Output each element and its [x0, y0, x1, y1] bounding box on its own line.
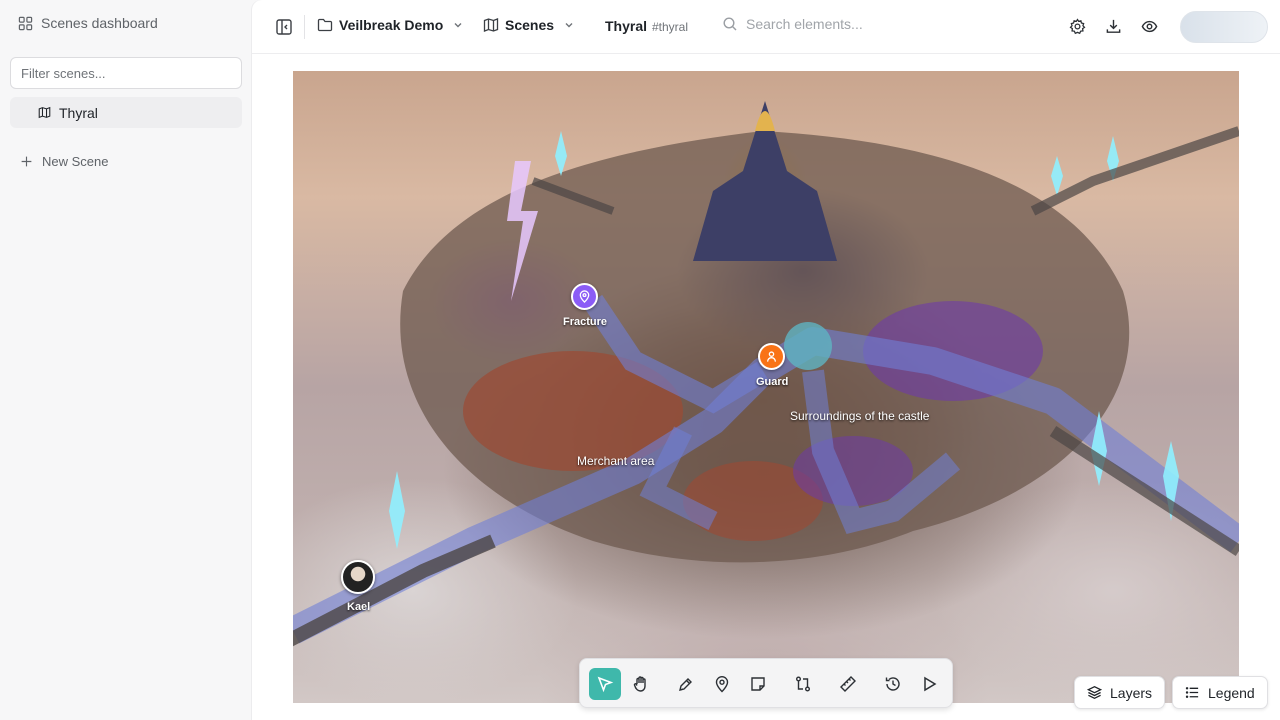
route-icon: [796, 676, 810, 692]
play-icon: [924, 676, 937, 692]
sidebar: Scenes dashboard Thyral New Scene: [0, 0, 252, 720]
history-icon: [885, 677, 900, 691]
project-name: Veilbreak Demo: [339, 17, 444, 33]
dashboard-grid-icon: [18, 16, 33, 30]
top-bar: Veilbreak Demo Scenes Thyral #thyral: [252, 0, 1280, 54]
sticky-note-icon: [751, 677, 765, 691]
legend-button[interactable]: Legend: [1172, 676, 1268, 709]
layers-icon: [1087, 685, 1102, 700]
pen-icon: [679, 678, 692, 691]
eye-icon[interactable]: [1141, 18, 1158, 35]
filter-scenes-input[interactable]: [10, 57, 242, 89]
region-label: Surroundings of the castle: [790, 409, 930, 423]
chevron-down-icon: [565, 23, 573, 28]
legend-label: Legend: [1208, 684, 1255, 701]
dashboard-title: Scenes dashboard: [41, 15, 158, 31]
sidebar-toggle-icon[interactable]: [275, 18, 293, 36]
divider: [304, 15, 305, 39]
map-pin-icon: [579, 290, 590, 303]
map-icon: [483, 18, 499, 32]
scene-name: Thyral: [605, 18, 648, 34]
sidebar-item-thyral[interactable]: Thyral: [10, 97, 242, 128]
main-panel: Veilbreak Demo Scenes Thyral #thyral Sea…: [252, 0, 1280, 720]
marker-label: Fracture: [563, 316, 608, 328]
sidebar-item-label: Thyral: [59, 104, 98, 121]
history-tool[interactable]: [877, 668, 909, 700]
gear-icon[interactable]: [1069, 18, 1086, 35]
pan-tool[interactable]: [625, 668, 657, 700]
measure-tool[interactable]: [832, 668, 864, 700]
new-scene-button[interactable]: New Scene: [20, 154, 108, 169]
user-avatar[interactable]: [1180, 11, 1268, 43]
cursor-arrow-icon: [597, 676, 614, 693]
layers-label: Layers: [1110, 684, 1153, 701]
region-label: Merchant area: [577, 454, 655, 468]
tool-palette: [579, 658, 953, 708]
marker-label: Kael: [347, 601, 371, 613]
plus-icon: [21, 156, 32, 167]
note-tool[interactable]: [742, 668, 774, 700]
folder-icon: [317, 18, 333, 32]
new-scene-label: New Scene: [42, 154, 109, 169]
list-icon: [1185, 687, 1199, 698]
project-selector[interactable]: Veilbreak Demo: [317, 17, 464, 33]
scenes-dashboard-link[interactable]: Scenes dashboard: [18, 15, 158, 31]
kael-character-token[interactable]: [341, 560, 375, 594]
scenes-selector[interactable]: Scenes: [483, 17, 575, 33]
person-icon: [766, 351, 777, 362]
layers-button[interactable]: Layers: [1074, 676, 1166, 709]
search-box: [722, 16, 966, 32]
search-elements-input[interactable]: [746, 16, 966, 32]
marker-label: Guard: [756, 376, 789, 388]
download-icon[interactable]: [1105, 18, 1122, 35]
chevron-down-icon: [454, 23, 462, 28]
map-icon: [38, 106, 51, 119]
section-name: Scenes: [505, 17, 555, 33]
route-tool[interactable]: [787, 668, 819, 700]
hand-icon: [633, 676, 646, 692]
play-tool[interactable]: [913, 668, 945, 700]
pin-tool[interactable]: [706, 668, 738, 700]
fracture-marker[interactable]: [571, 283, 598, 310]
search-icon: [723, 17, 737, 31]
scene-map-canvas[interactable]: Surroundings of the castle Merchant area…: [293, 71, 1239, 703]
ruler-icon: [840, 676, 856, 692]
draw-tool[interactable]: [670, 668, 702, 700]
scene-slug: #thyral: [652, 20, 689, 34]
guard-marker[interactable]: [758, 343, 785, 370]
map-pin-icon: [715, 676, 729, 693]
select-tool[interactable]: [589, 668, 621, 700]
